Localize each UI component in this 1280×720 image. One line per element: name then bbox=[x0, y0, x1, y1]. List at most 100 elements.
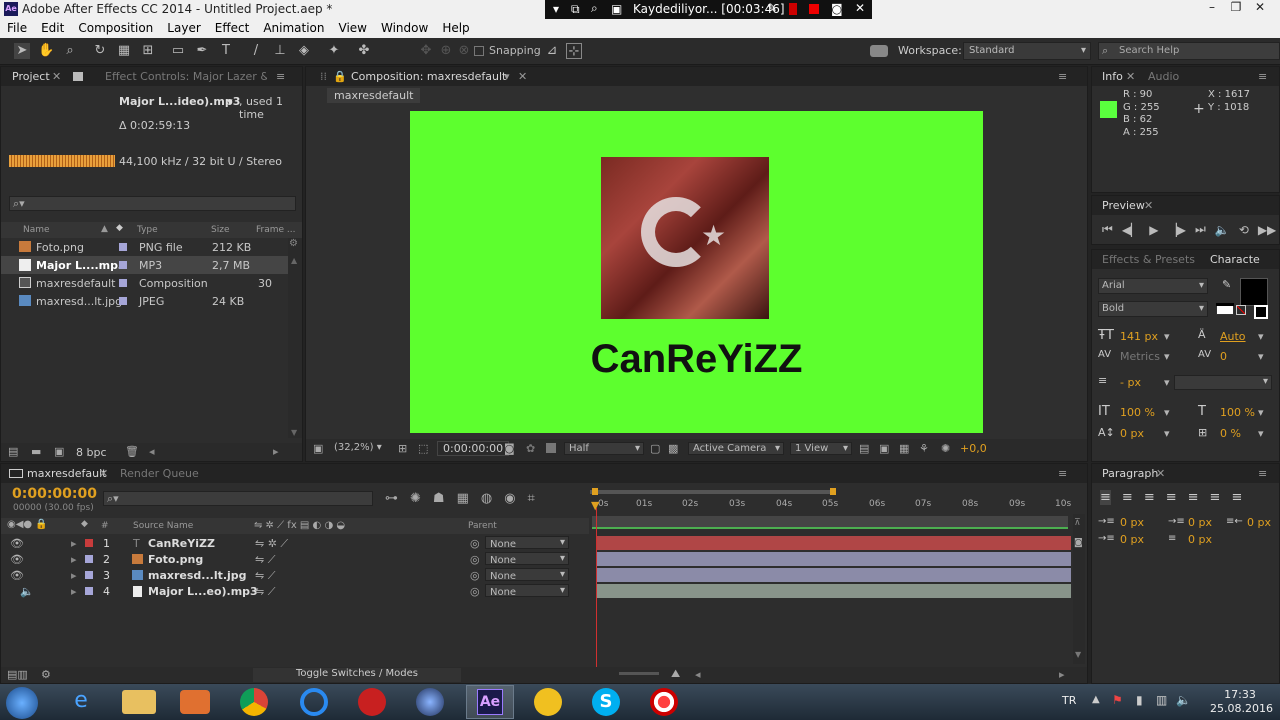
eyedropper-icon[interactable]: ✎ bbox=[1222, 278, 1231, 291]
chevron-down-icon[interactable]: ▾ bbox=[1164, 427, 1170, 440]
panel-menu-icon[interactable]: ≡ bbox=[1058, 467, 1067, 480]
snap-edges-icon[interactable]: ⊿ bbox=[544, 43, 560, 59]
menu-layer[interactable]: Layer bbox=[160, 19, 207, 38]
scroll-down-icon[interactable]: ▼ bbox=[1075, 650, 1081, 659]
camera-dropdown[interactable]: Active Camera ▾ bbox=[688, 442, 784, 455]
kerning-value[interactable]: Metrics bbox=[1120, 350, 1160, 363]
layer-duration-bar[interactable] bbox=[596, 584, 1071, 598]
stroke-style-dropdown[interactable]: ▾ bbox=[1174, 375, 1272, 390]
audio-icon[interactable]: 🔈 bbox=[20, 585, 34, 598]
align-center-icon[interactable]: ≡ bbox=[1122, 490, 1133, 505]
sync-settings-icon[interactable] bbox=[870, 45, 888, 57]
label-color-swatch[interactable] bbox=[85, 539, 93, 547]
layer-switches-pane-icon[interactable]: ▤▥ bbox=[7, 668, 28, 681]
column-frame[interactable]: Frame ... bbox=[256, 225, 296, 235]
shy-layers-icon[interactable]: ☗ bbox=[433, 491, 445, 506]
menu-file[interactable]: File bbox=[0, 19, 34, 38]
vertical-scale-value[interactable]: 100 % bbox=[1120, 406, 1155, 419]
pen-tool-icon[interactable]: ✒ bbox=[194, 43, 210, 59]
motion-blur-icon[interactable]: ◍ bbox=[481, 491, 492, 506]
layer-name[interactable]: Foto.png bbox=[148, 553, 203, 566]
next-frame-icon[interactable]: ▕▶ bbox=[1168, 223, 1186, 237]
layer-name[interactable]: CanReYiZZ bbox=[148, 537, 215, 550]
comp-breadcrumb[interactable]: maxresdefault bbox=[327, 88, 421, 103]
network-icon[interactable]: ▥ bbox=[1156, 693, 1167, 707]
comp-button-icon[interactable]: ◙ bbox=[1074, 538, 1083, 548]
screen-recorder-icon[interactable] bbox=[650, 688, 678, 716]
rectangle-tool-icon[interactable]: ▭ bbox=[170, 43, 186, 59]
layer-row[interactable]: 👁 ▸ 3 maxresd...lt.jpg ⇋ ⟋ ◎ None ▾ bbox=[1, 567, 589, 583]
chevron-down-icon[interactable]: ▾ bbox=[227, 95, 233, 108]
chevron-down-icon[interactable]: ▾ bbox=[1164, 330, 1170, 343]
camera-tool-icon[interactable]: ▦ bbox=[116, 43, 132, 59]
layer-row[interactable]: 🔈 ▸ 4 Major L...eo).mp3 ⇋ ⟋ ◎ None ▾ bbox=[1, 583, 589, 599]
tab-preview[interactable]: Preview bbox=[1102, 199, 1145, 212]
stroke-color-swatch[interactable] bbox=[1254, 305, 1268, 319]
close-icon[interactable]: ✕ bbox=[52, 70, 61, 83]
pause-icon[interactable] bbox=[789, 3, 797, 15]
pan-behind-tool-icon[interactable]: ⊞ bbox=[140, 43, 156, 59]
menu-animation[interactable]: Animation bbox=[256, 19, 331, 38]
last-frame-icon[interactable]: ⏭ bbox=[1195, 222, 1206, 237]
font-style-dropdown[interactable]: Bold ▾ bbox=[1098, 301, 1208, 317]
toggle-switches-modes-button[interactable]: Toggle Switches / Modes bbox=[253, 668, 461, 682]
tab-render-queue[interactable]: Render Queue bbox=[120, 467, 199, 480]
parent-dropdown[interactable]: None ▾ bbox=[485, 584, 569, 598]
snap-features-icon[interactable]: ⊹ bbox=[566, 43, 582, 59]
layer-search-input[interactable]: ⌕▾ bbox=[103, 491, 373, 506]
start-button-icon[interactable] bbox=[6, 687, 38, 719]
exposure-value[interactable]: +0,0 bbox=[960, 442, 987, 455]
indent-right-value[interactable]: 0 px bbox=[1247, 516, 1271, 529]
label-column-icon[interactable]: ◆ bbox=[116, 223, 123, 233]
views-dropdown[interactable]: 1 View ▾ bbox=[790, 442, 852, 455]
grid-icon[interactable]: ⊞ bbox=[398, 442, 407, 455]
pickwhip-icon[interactable]: ◎ bbox=[470, 585, 480, 598]
fast-previews-icon[interactable]: ▣ bbox=[879, 442, 889, 455]
font-family-dropdown[interactable]: Arial ▾ bbox=[1098, 278, 1208, 294]
tab-info[interactable]: Info bbox=[1102, 70, 1123, 83]
pickwhip-icon[interactable]: ◎ bbox=[470, 553, 480, 566]
column-size[interactable]: Size bbox=[211, 225, 229, 235]
tray-expand-icon[interactable]: ▲ bbox=[1092, 694, 1100, 705]
work-area-bar[interactable] bbox=[590, 490, 834, 494]
battery-icon[interactable]: ▮ bbox=[1136, 693, 1143, 707]
time-ruler[interactable]: 0s 01s 02s 03s 04s 05s 06s 07s 08s 09s 1… bbox=[590, 485, 1074, 533]
fill-color-swatch[interactable] bbox=[1240, 278, 1268, 306]
maximize-window-icon[interactable]: ❐ bbox=[1224, 0, 1248, 17]
menu-composition[interactable]: Composition bbox=[71, 19, 160, 38]
eraser-tool-icon[interactable]: ◈ bbox=[296, 43, 312, 59]
visibility-icon[interactable]: 👁 bbox=[10, 537, 24, 550]
capture-icon[interactable]: ▣ bbox=[611, 2, 622, 16]
chevron-down-icon[interactable]: ▾ bbox=[1258, 350, 1264, 363]
justify-center-icon[interactable]: ≡ bbox=[1188, 490, 1199, 505]
menu-help[interactable]: Help bbox=[435, 19, 476, 38]
indent-left-value[interactable]: 0 px bbox=[1120, 516, 1144, 529]
canvas-photo[interactable]: ★ bbox=[601, 157, 769, 319]
timeline-scrollbar[interactable]: ⊼ ◙ ▼ bbox=[1073, 514, 1085, 664]
tab-audio[interactable]: Audio bbox=[1148, 70, 1179, 83]
headphones-app-icon[interactable] bbox=[534, 688, 562, 716]
column-source-name[interactable]: Source Name bbox=[133, 521, 193, 531]
panel-menu-icon[interactable]: ≡ bbox=[276, 70, 285, 83]
expand-icon[interactable]: ▸ bbox=[71, 585, 77, 598]
draft-3d-icon[interactable]: ✺ bbox=[410, 491, 421, 506]
label-color-swatch[interactable] bbox=[85, 555, 93, 563]
close-window-icon[interactable]: ✕ bbox=[1248, 0, 1272, 17]
close-icon[interactable]: ✕ bbox=[1126, 70, 1135, 83]
scroll-down-icon[interactable]: ▼ bbox=[291, 428, 297, 437]
zoom-in-icon[interactable]: ⛰ bbox=[671, 667, 680, 681]
menu-view[interactable]: View bbox=[332, 19, 374, 38]
graph-editor-icon[interactable]: ◉ bbox=[504, 491, 515, 506]
visibility-icon[interactable]: 👁 bbox=[10, 553, 24, 566]
show-channel-icon[interactable]: ✿ bbox=[526, 442, 535, 455]
preview-toggle-icon[interactable]: ▣ bbox=[313, 442, 323, 455]
close-icon[interactable]: ✕ bbox=[1144, 199, 1153, 212]
work-area-start-handle[interactable] bbox=[592, 488, 598, 495]
first-frame-icon[interactable]: ⏮ bbox=[1102, 222, 1113, 237]
tab-timeline-comp[interactable]: maxresdefault bbox=[27, 467, 106, 480]
hand-tool-icon[interactable]: ✋ bbox=[38, 43, 54, 59]
menu-effect[interactable]: Effect bbox=[208, 19, 257, 38]
parent-dropdown[interactable]: None ▾ bbox=[485, 568, 569, 582]
font-size-value[interactable]: 141 px bbox=[1120, 330, 1158, 343]
channel-icon[interactable] bbox=[546, 443, 556, 453]
